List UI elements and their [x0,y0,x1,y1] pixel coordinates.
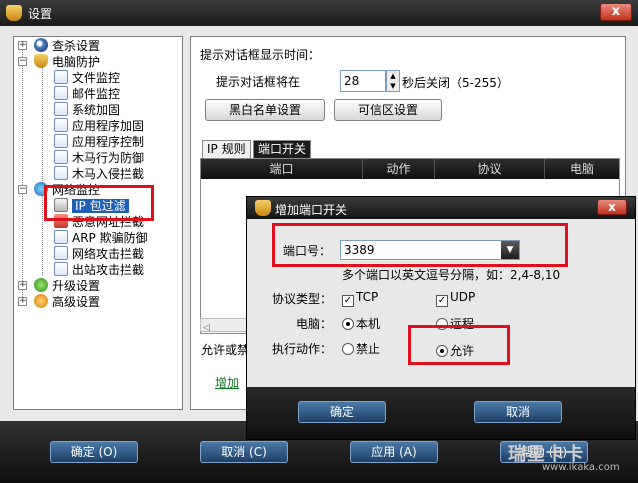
prompt-title: 提示对话框显示时间： [200,48,321,62]
dialog-close-button[interactable]: x [597,199,627,215]
tree-guide-line [42,195,43,275]
dialog-cancel-button[interactable]: 取消 [474,401,562,423]
computer-label: 电脑： [296,317,333,331]
trust-zone-button[interactable]: 可信区设置 [334,99,442,121]
dialog-title: 增加端口开关 [275,203,348,217]
search-icon [34,38,48,52]
app-shield-icon [6,5,22,21]
tree-item-advanced-settings[interactable]: 高级设置 [34,294,100,310]
ok-button[interactable]: 确定 (O) [50,441,138,463]
tree-item-arp-defense[interactable]: ARP 欺骗防御 [54,230,148,246]
highlight-allow-option [408,325,510,365]
window-close-button[interactable]: x [600,3,632,21]
tree-item-pc-protection[interactable]: 电脑防护 [34,54,100,70]
document-icon [54,134,68,148]
collapse-toggle[interactable]: − [18,185,27,194]
prompt-seconds-input[interactable]: 28 [340,70,386,92]
horizontal-scrollbar[interactable]: ◁ [200,318,250,333]
prompt-label: 提示对话框将在 [216,75,301,89]
table-header: 端口 动作 协议 电脑 [201,159,619,179]
column-protocol[interactable]: 协议 [435,159,545,179]
collapse-toggle[interactable]: − [18,57,27,66]
document-icon [54,86,68,100]
shield-icon [34,54,48,68]
tree-item-update-settings[interactable]: 升级设置 [34,278,100,294]
document-icon [54,230,68,244]
allow-text: 允许或禁 [201,343,250,357]
action-label: 执行动作： [272,342,333,356]
document-icon [54,102,68,116]
document-icon [54,70,68,84]
tree-item-file-monitor[interactable]: 文件监控 [54,70,120,86]
seconds-spinner[interactable]: ▲ ▼ [386,70,400,92]
checkbox-checked-icon: ✓ [436,295,448,307]
document-icon [54,150,68,164]
window-titlebar: 设置 x [0,0,638,26]
highlight-ip-filter [44,185,154,221]
update-icon [34,278,48,292]
tree-item-trojan-intrusion[interactable]: 木马入侵拦截 [54,166,144,182]
column-action[interactable]: 动作 [363,159,435,179]
deny-radio[interactable]: 禁止 [342,340,380,357]
tree-item-app-control[interactable]: 应用程序控制 [54,134,144,150]
advanced-icon [34,294,48,308]
protocol-label: 协议类型： [272,292,333,306]
tree-item-network-attack[interactable]: 网络攻击拦截 [54,246,144,262]
tree-guide-line [42,67,43,187]
tab-port-switch[interactable]: 端口开关 [253,140,312,158]
document-icon [54,262,68,276]
document-icon [54,118,68,132]
tree-item-mail-monitor[interactable]: 邮件监控 [54,86,120,102]
tree-item-scan-settings[interactable]: 查杀设置 [34,38,100,54]
checkbox-checked-icon: ✓ [342,295,354,307]
tree-item-trojan-behavior[interactable]: 木马行为防御 [54,150,144,166]
dialog-titlebar: 增加端口开关 x [247,197,635,219]
local-radio[interactable]: 本机 [342,315,380,332]
column-computer[interactable]: 电脑 [545,159,619,179]
tree-item-outbound-attack[interactable]: 出站攻击拦截 [54,262,144,278]
dialog-shield-icon [255,200,271,216]
document-icon [54,166,68,180]
tab-ip-rules[interactable]: IP 规则 [202,140,251,158]
port-hint: 多个端口以英文逗号分隔，如：2,4-8,10 [342,268,561,282]
tcp-checkbox[interactable]: ✓ TCP [342,290,378,307]
add-link[interactable]: 增加 [215,374,239,391]
window-title: 设置 [28,7,53,21]
blacklist-button[interactable]: 黑白名单设置 [205,99,325,121]
tree-item-system-hardening[interactable]: 系统加固 [54,102,120,118]
tree-item-app-hardening[interactable]: 应用程序加固 [54,118,144,134]
apply-button[interactable]: 应用 (A) [350,441,438,463]
radio-empty-icon [342,343,354,355]
dialog-ok-button[interactable]: 确定 [298,401,386,423]
expand-toggle[interactable]: + [18,41,27,50]
udp-checkbox[interactable]: ✓ UDP [436,290,475,307]
column-port[interactable]: 端口 [201,159,363,179]
watermark-url: www.ikaka.com [542,462,620,473]
cancel-button[interactable]: 取消 (C) [200,441,288,463]
expand-toggle[interactable]: + [18,297,27,306]
highlight-port-field [272,223,568,267]
radio-selected-icon [342,318,354,330]
tree-guide-line [22,49,23,303]
scroll-left-icon: ◁ [203,323,210,333]
settings-tree: + 查杀设置 − 电脑防护 文件监控 邮件监控 系统加固 应用程序加固 应用程序… [13,36,183,410]
expand-toggle[interactable]: + [18,281,27,290]
document-icon [54,246,68,260]
prompt-suffix: 秒后关闭（5-255） [402,76,509,90]
